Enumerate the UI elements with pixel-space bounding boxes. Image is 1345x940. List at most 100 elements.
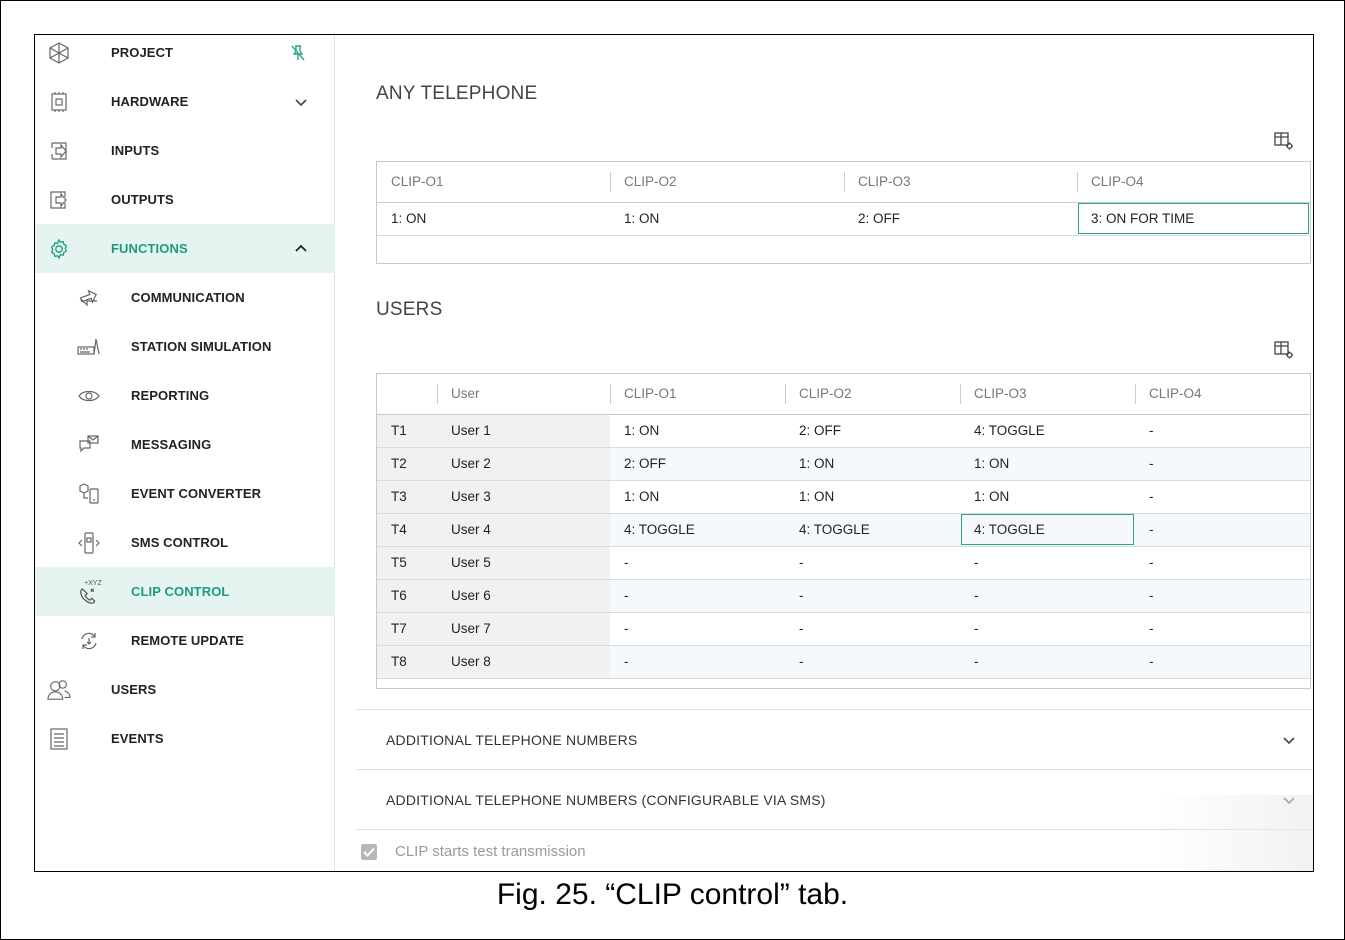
table-cell[interactable]: - [960,546,1135,580]
sidebar-item-label: OUTPUTS [111,192,174,207]
sidebar-item-label: REMOTE UPDATE [131,633,245,648]
column-header: CLIP-O2 [610,162,844,203]
sidebar-item-project[interactable]: PROJECT [35,35,335,77]
table-cell[interactable]: 4: TOGGLE [785,513,960,547]
column-header: User [437,374,610,415]
table-cell[interactable]: - [960,645,1135,679]
table-cell[interactable]: - [610,612,785,646]
sidebar-item-outputs[interactable]: OUTPUTS [35,175,335,224]
table-cell[interactable]: - [960,612,1135,646]
table-cell[interactable]: - [1135,414,1310,448]
table-cell[interactable]: - [610,546,785,580]
table-cell[interactable]: - [785,546,960,580]
users-title: USERS [376,299,443,320]
sidebar-item-functions[interactable]: FUNCTIONS [35,224,335,273]
table-cell[interactable]: - [1135,612,1310,646]
sidebar-item-inputs[interactable]: INPUTS [35,126,335,175]
sidebar-item-communication[interactable]: COMMUNICATION [35,273,335,322]
chevron-down-icon [1281,792,1297,808]
table-cell[interactable]: - [610,579,785,613]
table-cell[interactable]: 1: ON [610,202,844,236]
accordion-additional-telephone-numbers[interactable]: ADDITIONAL TELEPHONE NUMBERS [356,709,1313,769]
column-header [377,374,437,415]
table-row: T7 User 7 - - - - [377,612,1310,646]
sidebar-item-remote-update[interactable]: REMOTE UPDATE [35,616,335,665]
table-row: T2 User 2 2: OFF 1: ON 1: ON - [377,447,1310,481]
table-cell[interactable]: - [1135,546,1310,580]
user-name: User 5 [437,546,610,580]
hardware-icon [47,90,71,114]
sidebar-item-hardware[interactable]: HARDWARE [35,77,335,126]
user-index: T6 [377,579,437,613]
table-cell[interactable]: - [785,579,960,613]
accordion-additional-telephone-numbers-sms[interactable]: ADDITIONAL TELEPHONE NUMBERS (CONFIGURAB… [356,769,1313,829]
table-cell[interactable]: - [1135,480,1310,514]
divider [356,829,1313,830]
sidebar-item-label: SMS CONTROL [131,535,229,550]
sidebar-item-reporting[interactable]: REPORTING [35,371,335,420]
any-telephone-table: CLIP-O1 CLIP-O2 CLIP-O3 CLIP-O4 1: ON 1:… [376,161,1311,264]
table-cell[interactable]: 3: ON FOR TIME [1077,202,1310,236]
sidebar-item-label: EVENT CONVERTER [131,486,262,501]
table-cell[interactable]: - [610,645,785,679]
events-icon [47,727,71,751]
sidebar-item-event-converter[interactable]: EVENT CONVERTER [35,469,335,518]
table-cell[interactable]: 1: ON [960,480,1135,514]
table-cell[interactable]: - [1135,645,1310,679]
sidebar-item-events[interactable]: EVENTS [35,714,335,763]
table-cell[interactable]: 1: ON [960,447,1135,481]
table-cell[interactable]: 4: TOGGLE [960,513,1135,547]
table-cell[interactable]: 1: ON [785,447,960,481]
user-index: T2 [377,447,437,481]
table-cell[interactable]: - [1135,579,1310,613]
table-cell[interactable]: 4: TOGGLE [610,513,785,547]
clip-icon-text: +XYZ [84,579,102,587]
table-cell[interactable]: 2: OFF [844,202,1077,236]
sidebar-item-label: STATION SIMULATION [131,339,272,354]
clip-test-transmission-checkbox[interactable] [361,843,377,860]
user-index: T4 [377,513,437,547]
accordion-label: ADDITIONAL TELEPHONE NUMBERS (CONFIGURAB… [386,791,826,808]
chevron-down-icon [1281,732,1297,748]
user-index: T5 [377,546,437,580]
table-cell[interactable]: - [785,645,960,679]
table-row: T8 User 8 - - - - [377,645,1310,679]
sidebar-item-clip-control[interactable]: +XYZ CLIP CONTROL [35,567,335,616]
table-row: T5 User 5 - - - - [377,546,1310,580]
table-cell[interactable]: 2: OFF [785,414,960,448]
table-cell[interactable]: 1: ON [785,480,960,514]
column-header: CLIP-O4 [1135,374,1310,415]
app-window: PROJECT HARDWARE INPUTS OUTPUTS FUNCTION… [34,34,1314,872]
project-icon [47,41,71,65]
sidebar-item-label: COMMUNICATION [131,290,245,305]
user-index: T3 [377,480,437,514]
chevron-up-icon[interactable] [293,241,309,257]
table-cell[interactable]: 2: OFF [610,447,785,481]
table-settings-icon[interactable] [1274,340,1294,360]
table-cell[interactable]: - [960,579,1135,613]
sidebar-item-sms-control[interactable]: SMS CONTROL [35,518,335,567]
sidebar-item-label: FUNCTIONS [111,241,188,256]
sidebar-item-messaging[interactable]: MESSAGING [35,420,335,469]
chevron-down-icon[interactable] [293,94,309,110]
inputs-icon [47,139,71,163]
table-settings-icon[interactable] [1274,131,1294,151]
any-telephone-title: ANY TELEPHONE [376,83,538,104]
column-header: CLIP-O3 [960,374,1135,415]
table-cell[interactable]: 1: ON [610,414,785,448]
messaging-icon [77,433,101,457]
sidebar-item-station-simulation[interactable]: STATION SIMULATION [35,322,335,371]
remote-update-icon [77,629,101,653]
sidebar-item-users[interactable]: USERS [35,665,335,714]
users-icon [47,678,71,702]
table-cell[interactable]: 1: ON [377,202,610,236]
figure-caption: Fig. 25. “CLIP control” tab. [496,878,849,911]
user-name: User 3 [437,480,610,514]
table-cell[interactable]: - [785,612,960,646]
table-cell[interactable]: 1: ON [610,480,785,514]
pin-off-icon[interactable] [290,44,306,62]
user-index: T8 [377,645,437,679]
table-cell[interactable]: 4: TOGGLE [960,414,1135,448]
table-cell[interactable]: - [1135,447,1310,481]
table-cell[interactable]: - [1135,513,1310,547]
